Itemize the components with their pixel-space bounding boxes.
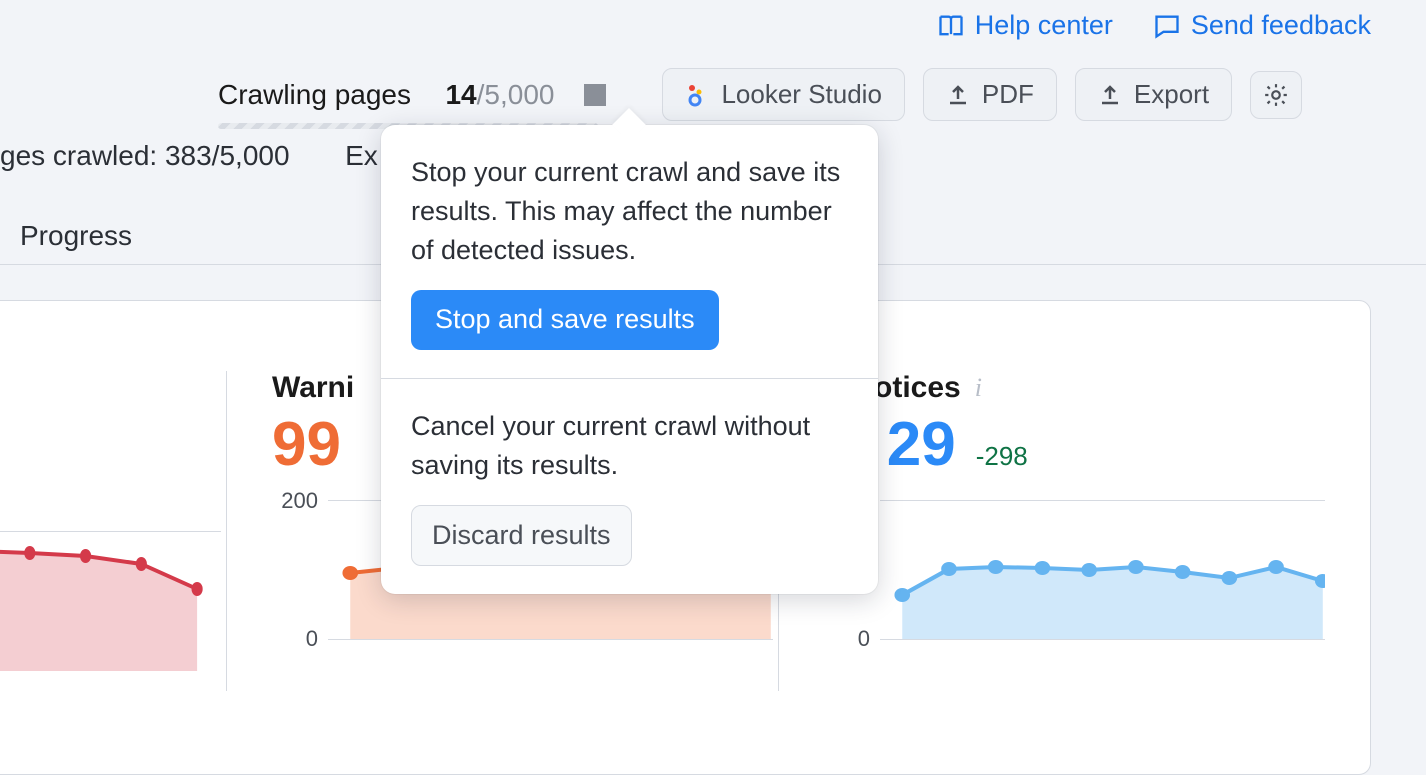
looker-studio-button[interactable]: Looker Studio: [662, 68, 904, 121]
upload-icon: [946, 83, 970, 107]
upload-icon: [1098, 83, 1122, 107]
looker-label: Looker Studio: [721, 79, 881, 110]
pdf-label: PDF: [982, 79, 1034, 110]
ex-fragment: Ex: [345, 140, 378, 171]
export-label: Export: [1134, 79, 1209, 110]
gear-icon: [1263, 82, 1289, 108]
send-feedback-label: Send feedback: [1191, 10, 1371, 41]
notices-value: 29: [887, 409, 956, 480]
notices-delta: -298: [976, 441, 1028, 472]
top-links: Help center Send feedback: [937, 10, 1371, 41]
looker-icon: [685, 83, 709, 107]
errors-card: [0, 371, 226, 774]
warnings-value: 99: [272, 409, 341, 480]
notices-title: otices: [874, 371, 961, 405]
settings-button[interactable]: [1250, 71, 1302, 119]
help-center-label: Help center: [975, 10, 1113, 41]
chat-icon: [1153, 12, 1181, 40]
progress-tab[interactable]: Progress: [20, 220, 132, 252]
export-button[interactable]: Export: [1075, 68, 1232, 121]
info-icon[interactable]: i: [975, 373, 982, 403]
crawling-label: Crawling pages: [218, 79, 411, 110]
send-feedback-link[interactable]: Send feedback: [1153, 10, 1371, 41]
help-center-link[interactable]: Help center: [937, 10, 1113, 41]
pages-crawled-status: ges crawled: 383/5,000 Ex: [0, 140, 378, 172]
pdf-button[interactable]: PDF: [923, 68, 1057, 121]
crawl-counter: 14/5,000: [445, 79, 554, 110]
errors-chart: [0, 521, 181, 681]
discard-description: Cancel your current crawl without saving…: [411, 407, 848, 485]
warnings-title: Warni: [272, 371, 354, 405]
book-icon: [937, 12, 965, 40]
warnings-y-axis: 200 0: [262, 490, 318, 650]
crawl-current: 14: [445, 79, 476, 110]
discard-results-button[interactable]: Discard results: [411, 505, 632, 566]
stop-save-button[interactable]: Stop and save results: [411, 290, 719, 349]
notices-chart: 2000 0: [824, 490, 1285, 650]
stop-crawl-button[interactable]: [584, 84, 606, 106]
stop-description: Stop your current crawl and save its res…: [411, 153, 848, 270]
stop-crawl-popover: Stop your current crawl and save its res…: [381, 125, 878, 594]
crawl-total: /5,000: [477, 79, 555, 110]
toolbar: Crawling pages 14/5,000 Looker Studio PD…: [218, 68, 1371, 121]
